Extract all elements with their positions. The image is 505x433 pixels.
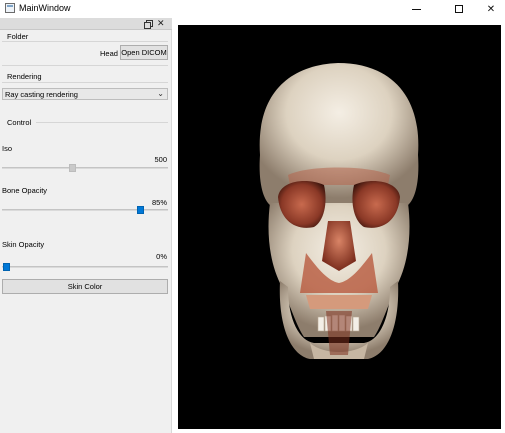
iso-label: Iso [2, 144, 13, 153]
skin-opacity-handle[interactable] [3, 263, 10, 271]
minimize-icon [411, 8, 421, 10]
maximize-button[interactable] [444, 0, 474, 18]
rendering-group-divider [2, 82, 168, 83]
skin-opacity-label: Skin Opacity [2, 240, 45, 249]
rendering-group-title: Rendering [7, 72, 42, 81]
control-group-title: Control [7, 118, 32, 127]
maximize-icon [455, 5, 463, 13]
iso-value: 500 [154, 155, 167, 164]
folder-group-divider [2, 41, 168, 42]
bone-opacity-slider[interactable] [2, 206, 168, 214]
window-title: MainWindow [19, 3, 71, 13]
chevron-down-icon: ⌄ [157, 89, 164, 98]
minimize-button[interactable] [401, 0, 431, 18]
rendering-mode-select[interactable]: Ray casting rendering ⌄ [2, 88, 168, 100]
skin-opacity-slider[interactable] [2, 263, 168, 271]
dock-title-bar[interactable]: ✕ [0, 18, 172, 30]
iso-slider-handle[interactable] [69, 164, 77, 172]
app-icon [5, 3, 15, 13]
iso-slider-groove [2, 167, 168, 169]
dock-close-icon[interactable]: ✕ [157, 18, 165, 29]
skin-color-button[interactable]: Skin Color [2, 279, 168, 294]
bone-opacity-label: Bone Opacity [2, 186, 48, 195]
skin-opacity-value: 0% [156, 252, 167, 261]
open-dicom-button[interactable]: Open DICOM [120, 45, 168, 60]
folder-group-bottom [2, 65, 168, 66]
rendering-mode-value: Ray casting rendering [5, 90, 78, 99]
folder-group-title: Folder [7, 32, 29, 41]
file-label: Head [100, 49, 118, 58]
iso-slider[interactable] [2, 164, 168, 172]
skin-opacity-groove [2, 266, 168, 268]
dock-float-icon[interactable] [144, 19, 153, 29]
close-button[interactable]: ✕ [476, 0, 505, 18]
bone-opacity-handle[interactable] [137, 206, 145, 214]
control-group-divider [36, 122, 168, 123]
control-dock: ✕ Folder Head Open DICOM Rendering Ray c… [0, 18, 172, 433]
title-bar: MainWindow ✕ [0, 0, 505, 18]
render-viewport[interactable] [178, 25, 501, 429]
skull-render [259, 63, 419, 359]
close-icon: ✕ [486, 3, 496, 15]
